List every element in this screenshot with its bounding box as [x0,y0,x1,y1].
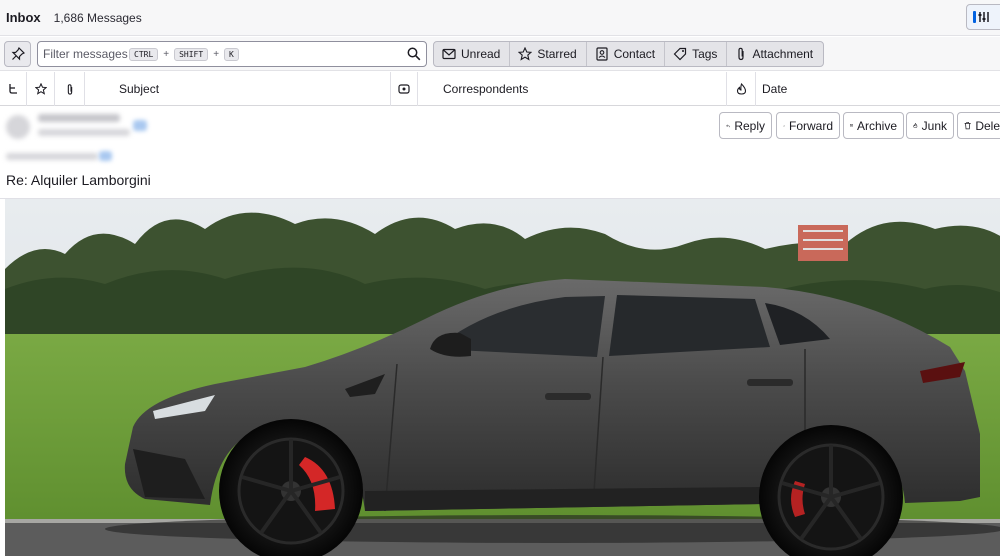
filter-messages-box[interactable]: CTRL + SHIFT + K [37,41,427,67]
column-correspondents-label: Correspondents [443,82,529,96]
column-starred[interactable] [27,72,55,106]
trash-icon [964,121,971,130]
contact-card-icon [596,47,608,61]
flame-icon [736,83,746,95]
paperclip-icon [738,47,745,61]
filter-starred-label: Starred [537,47,577,61]
reply-button[interactable]: Reply [719,112,772,139]
shortcut-key-ctrl: CTRL [129,47,159,61]
junk-label: Junk [921,118,947,133]
folder-name: Inbox [6,10,41,25]
column-thread[interactable] [0,72,27,106]
thread-column-header: Subject Correspondents Date [0,72,1000,106]
read-status-icon [398,84,410,94]
recipient-contact-icon[interactable] [99,151,112,161]
layout-icon [973,11,989,23]
column-date[interactable]: Date [756,72,1000,106]
recipient-redacted [6,153,98,160]
star-icon [518,47,533,61]
pin-icon [11,47,25,61]
delete-label: Dele [975,118,1000,133]
reply-label: Reply [734,118,765,133]
filter-tags-label: Tags [692,47,718,61]
search-icon[interactable] [407,47,421,61]
layout-toggle-button[interactable] [966,4,1000,30]
sender-name-redacted [38,114,120,122]
reply-icon [726,124,731,127]
filter-attachment-label: Attachment [752,47,814,61]
envelope-icon [442,48,456,60]
shortcut-key-k: K [224,47,239,61]
message-body [0,198,1000,556]
filter-attachment-button[interactable]: Attachment [727,42,823,66]
filter-unread-label: Unread [461,47,501,61]
filter-contact-label: Contact [613,47,656,61]
column-read-status[interactable] [391,72,418,106]
filter-contact-button[interactable]: Contact [587,42,666,66]
paperclip-icon [67,83,72,95]
message-header: Reply Forward Archive Junk Dele Re: Alqu… [0,107,1000,197]
shortcut-plus: + [163,48,170,60]
forward-button[interactable]: Forward [776,112,840,139]
archive-button[interactable]: Archive [843,112,904,139]
tag-icon [673,47,687,61]
quick-filter-bar: CTRL + SHIFT + K Unread Starred Contact … [0,37,1000,71]
filter-unread-button[interactable]: Unread [434,42,511,66]
column-attachment[interactable] [55,72,85,106]
column-junk-status[interactable] [727,72,756,106]
archive-icon [850,124,853,127]
archive-label: Archive [856,118,897,133]
thread-icon [9,84,17,94]
sender-avatar [6,115,30,139]
sticky-filter-button[interactable] [4,41,31,67]
shortcut-plus: + [213,48,220,60]
message-count: 1,686 Messages [53,10,142,25]
filter-starred-button[interactable]: Starred [510,42,587,66]
filter-tags-button[interactable]: Tags [665,42,728,66]
junk-button[interactable]: Junk [906,112,954,139]
flame-icon [913,122,918,128]
column-date-label: Date [762,82,788,96]
column-subject-label: Subject [119,82,160,96]
sender-email-redacted [38,129,130,136]
star-icon [34,83,47,95]
lamborghini-photo [5,199,1000,556]
column-correspondents[interactable]: Correspondents [418,72,727,106]
folder-header: Inbox 1,686 Messages [0,0,1000,36]
shortcut-key-shift: SHIFT [174,47,209,61]
forward-label: Forward [788,118,833,133]
quick-filter-buttons: Unread Starred Contact Tags Attachment [433,41,825,67]
column-subject[interactable]: Subject [85,72,391,106]
filter-messages-input[interactable] [43,47,128,61]
forward-icon [783,124,785,127]
message-subject: Re: Alquiler Lamborgini [6,172,151,188]
delete-button[interactable]: Dele [957,112,1000,139]
sender-contact-icon[interactable] [133,120,147,131]
